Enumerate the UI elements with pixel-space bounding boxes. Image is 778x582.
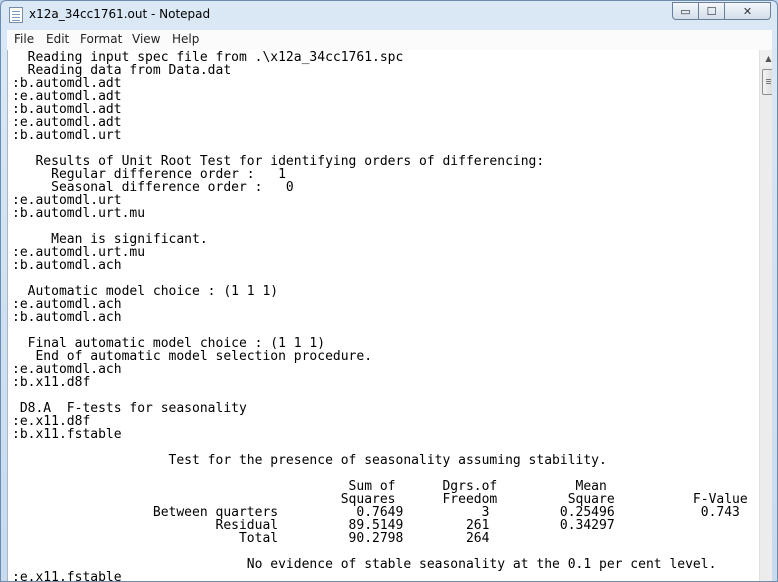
menu-bar: File Edit Format View Help [7,30,772,51]
text-line: :b.x11.fstable [12,427,122,442]
text-line: D8.A F-tests for seasonality [12,401,247,416]
text-line: No evidence of stable seasonality at the… [12,557,717,572]
document-text[interactable]: Reading input spec file from .\x12a_34cc… [12,51,748,582]
text-line: :b.automdl.ach [12,258,122,273]
maximize-icon: ☐ [706,4,717,18]
text-line: :b.automdl.ach [12,310,122,325]
text-line: End of automatic model selection procedu… [12,349,373,364]
scroll-up-button[interactable]: ▲ [760,50,772,67]
vertical-scrollbar[interactable]: ▲ [759,50,772,581]
notepad-window: x12a_34cc1761.out - Notepad ▭ ☐ ✕ File E… [0,0,778,582]
text-line: Automatic model choice : (1 1 1) [12,284,279,299]
text-line: :b.automdl.urt.mu [12,206,146,221]
text-line: :e.automdl.adt [12,89,122,104]
menu-view[interactable]: View [132,32,160,46]
text-line: Seasonal difference order : 0 [12,180,294,195]
notepad-icon[interactable] [9,7,23,23]
minimize-icon: ▭ [680,4,691,18]
text-line: :e.automdl.ach [12,297,122,312]
menu-help[interactable]: Help [172,32,199,46]
window-title: x12a_34cc1761.out - Notepad [29,7,211,21]
chevron-up-icon: ▲ [765,54,772,63]
menu-format[interactable]: Format [80,32,122,46]
text-line: :b.automdl.adt [12,102,122,117]
text-line: :e.x11.fstable [12,570,122,582]
minimize-button[interactable]: ▭ [672,2,699,20]
text-line: :b.automdl.urt [12,128,122,143]
title-bar[interactable]: x12a_34cc1761.out - Notepad ▭ ☐ ✕ [1,1,777,30]
text-line: :e.automdl.ach [12,362,122,377]
text-editor[interactable]: Reading input spec file from .\x12a_34cc… [7,50,772,582]
close-icon: ✕ [742,4,753,18]
scroll-thumb[interactable] [762,69,772,95]
text-line: :b.x11.d8f [12,375,91,390]
text-line: :b.automdl.adt [12,76,122,91]
text-line: Total 90.2798 264 [12,531,490,546]
text-line: :e.x11.d8f [12,414,91,429]
menu-edit[interactable]: Edit [46,32,69,46]
text-line: :e.automdl.urt.mu [12,245,146,260]
menu-file[interactable]: File [14,32,34,46]
maximize-button[interactable]: ☐ [698,2,725,20]
text-line: Reading data from Data.dat [12,63,232,78]
close-button[interactable]: ✕ [724,2,771,20]
text-line: :e.automdl.adt [12,115,122,130]
text-line: Test for the presence of seasonality ass… [12,453,607,468]
